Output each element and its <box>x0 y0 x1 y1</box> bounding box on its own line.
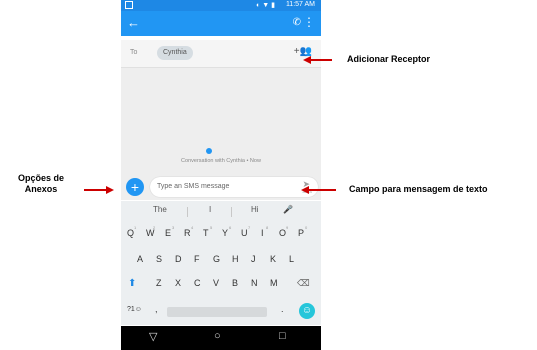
key-i[interactable]: I <box>261 228 264 238</box>
key-z[interactable]: Z <box>156 278 162 288</box>
contact-dot-icon <box>206 148 212 154</box>
key-a[interactable]: A <box>137 254 143 264</box>
annotation-attach-options-2: Anexos <box>24 184 58 194</box>
key-y[interactable]: Y <box>222 228 228 238</box>
suggestion-1[interactable]: The <box>153 205 167 214</box>
suggestion-3[interactable]: Hi <box>251 205 259 214</box>
back-triangle-icon[interactable]: ▽ <box>149 330 157 343</box>
phone-icon[interactable]: ✆ <box>293 17 301 28</box>
key-d[interactable]: D <box>175 254 182 264</box>
recents-square-icon[interactable]: □ <box>279 330 286 342</box>
key-u[interactable]: U <box>241 228 248 238</box>
notification-icon <box>125 1 133 9</box>
divider <box>231 207 232 217</box>
key-row-2: A S D F G H J K L <box>137 254 307 268</box>
message-input[interactable]: Type an SMS message ➤ SMS <box>150 177 318 197</box>
arrow-head <box>106 186 114 194</box>
key-row-3: ⬆ Z X C V B N M ⌫ <box>127 278 317 292</box>
spacebar[interactable] <box>167 307 267 317</box>
divider <box>187 207 188 217</box>
key-l[interactable]: L <box>289 254 294 264</box>
key-e-number: 3 <box>172 225 175 230</box>
annotation-attach-options-1: Opções de <box>17 173 64 183</box>
shift-icon[interactable]: ⬆ <box>128 278 136 289</box>
key-r-number: 4 <box>191 225 194 230</box>
key-q-number: 1 <box>134 225 137 230</box>
key-t-number: 5 <box>210 225 213 230</box>
period-key[interactable]: . <box>281 304 284 314</box>
key-j[interactable]: J <box>251 254 256 264</box>
key-s[interactable]: S <box>156 254 162 264</box>
key-m[interactable]: M <box>270 278 278 288</box>
key-row-1: Q 1 W 2 E 3 R 4 T 5 Y 6 U 7 I 8 O 9 P 0 <box>127 224 317 240</box>
key-h[interactable]: H <box>232 254 239 264</box>
message-placeholder: Type an SMS message <box>157 183 230 190</box>
key-v[interactable]: V <box>213 278 219 288</box>
comma-key[interactable]: , <box>155 304 158 314</box>
key-k[interactable]: K <box>270 254 276 264</box>
recipient-chip[interactable]: Cynthia <box>157 46 193 60</box>
arrow-line <box>308 189 336 191</box>
key-n[interactable]: N <box>251 278 258 288</box>
key-t[interactable]: T <box>203 228 209 238</box>
attach-plus-icon[interactable]: + <box>126 178 144 196</box>
key-o-number: 9 <box>286 225 289 230</box>
suggestion-2[interactable]: I <box>209 205 211 214</box>
key-g[interactable]: G <box>213 254 220 264</box>
conversation-area: Conversation with Cynthia • Now <box>121 68 321 178</box>
nav-bar: ▽ ○ □ <box>121 326 321 350</box>
to-label: To <box>130 49 138 56</box>
key-i-number: 8 <box>266 225 269 230</box>
key-p-number: 0 <box>305 225 308 230</box>
conversation-info: Conversation with Cynthia • Now <box>181 158 261 164</box>
key-y-number: 6 <box>229 225 232 230</box>
signal-icons: ◐ ▼ ▮ <box>256 2 275 9</box>
key-b[interactable]: B <box>232 278 238 288</box>
status-bar: ◐ ▼ ▮ 11:57 AM <box>121 0 321 11</box>
key-p[interactable]: P <box>298 228 304 238</box>
more-vert-icon[interactable]: ⋮ <box>303 15 315 29</box>
home-circle-icon[interactable]: ○ <box>214 330 221 342</box>
microphone-icon[interactable]: 🎤 <box>283 205 293 214</box>
app-bar: ← ✆ ⋮ <box>121 11 321 36</box>
arrow-line <box>310 59 332 61</box>
key-w-number: 2 <box>153 225 156 230</box>
emoji-icon[interactable]: ☺ <box>299 303 315 319</box>
key-q[interactable]: Q <box>127 228 134 238</box>
annotation-text-field: Campo para mensagem de texto <box>349 184 488 194</box>
phone-screen: ◐ ▼ ▮ 11:57 AM ← ✆ ⋮ To Cynthia +👥 Conve… <box>121 0 321 350</box>
symbols-key[interactable]: ?1☺ <box>127 306 142 313</box>
back-arrow-icon[interactable]: ← <box>127 15 140 30</box>
key-u-number: 7 <box>248 225 251 230</box>
key-x[interactable]: X <box>175 278 181 288</box>
key-f[interactable]: F <box>194 254 200 264</box>
arrow-line <box>84 189 106 191</box>
clock: 11:57 AM <box>285 1 315 8</box>
key-c[interactable]: C <box>194 278 201 288</box>
keyboard: The I Hi 🎤 Q 1 W 2 E 3 R 4 T 5 Y 6 U 7 I… <box>121 201 321 325</box>
key-row-4: ?1☺ , . ☺ <box>127 302 317 322</box>
composer: + Type an SMS message ➤ SMS <box>121 174 321 200</box>
backspace-icon[interactable]: ⌫ <box>297 278 310 289</box>
key-o[interactable]: O <box>279 228 286 238</box>
annotation-add-receiver: Adicionar Receptor <box>347 54 431 64</box>
recipients-bar: To Cynthia +👥 <box>121 40 321 68</box>
key-r[interactable]: R <box>184 228 191 238</box>
key-e[interactable]: E <box>165 228 171 238</box>
